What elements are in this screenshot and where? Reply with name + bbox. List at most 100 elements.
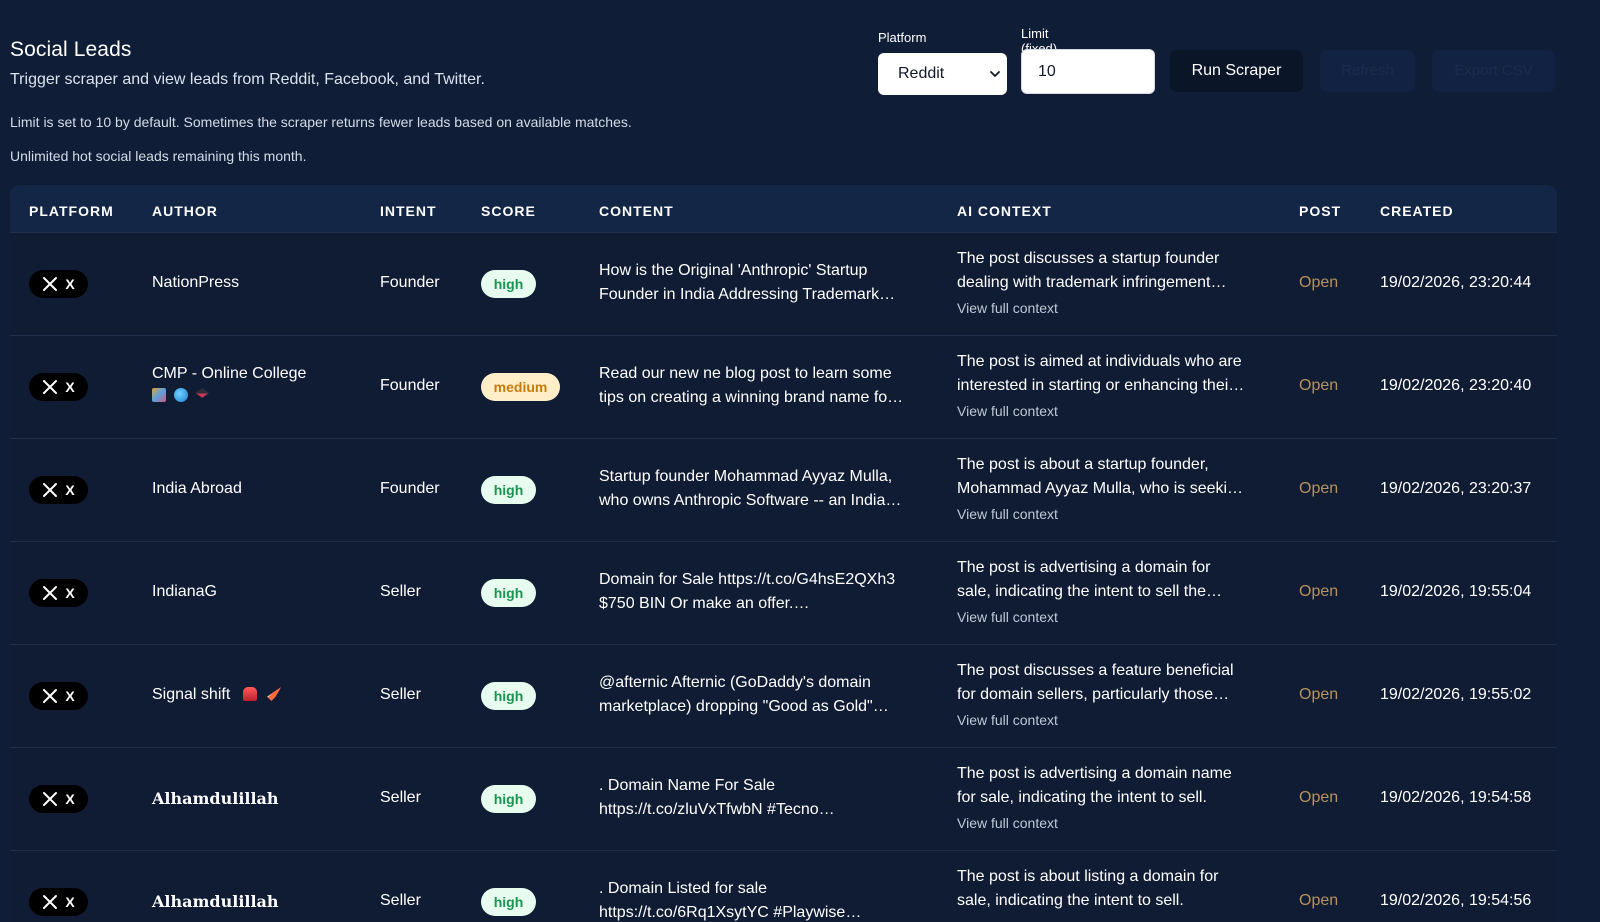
author-emoji <box>152 388 210 403</box>
author-name: Alhamdulillah <box>152 892 279 911</box>
limit-note: Limit is set to 10 by default. Sometimes… <box>10 114 632 130</box>
created-timestamp: 19/02/2026, 23:20:40 <box>1380 377 1532 394</box>
column-header-intent: INTENT <box>380 203 437 219</box>
platform-name: X <box>65 791 75 807</box>
export-csv-button[interactable]: Export CSV <box>1432 50 1555 92</box>
x-logo-icon <box>43 380 58 394</box>
author-name: Alhamdulillah <box>152 789 279 808</box>
ai-context-line-1: The post is about a startup founder, <box>957 456 1209 473</box>
ai-context-line-2: Mohammad Ayyaz Mulla, who is seeki… <box>957 480 1244 497</box>
globe-icon <box>173 388 188 402</box>
graduation-cap-icon <box>195 388 210 398</box>
ai-context-line-1: The post is advertising a domain name <box>957 765 1232 782</box>
content-line-1: . Domain Name For Sale <box>599 777 776 794</box>
view-full-context-link[interactable]: View full context <box>957 296 1265 320</box>
content-text: @afternic Afternic (GoDaddy's domain mar… <box>599 671 919 719</box>
column-header-score: SCORE <box>481 203 536 219</box>
x-logo-icon <box>43 586 58 600</box>
x-logo-icon <box>43 689 58 703</box>
intent-value: Seller <box>380 686 421 703</box>
x-logo-icon <box>43 792 58 806</box>
content-line-1: @afternic Afternic (GoDaddy's domain <box>599 674 871 691</box>
created-timestamp: 19/02/2026, 23:20:44 <box>1380 274 1532 291</box>
limit-input[interactable]: 10 <box>1021 49 1155 94</box>
view-full-context-link[interactable]: View full context <box>957 399 1265 423</box>
open-post-link[interactable]: Open <box>1299 686 1338 704</box>
chevron-down-icon <box>990 71 1000 77</box>
ai-context: The post is advertising a domain name fo… <box>957 762 1265 835</box>
view-full-context-link[interactable]: View full context <box>957 708 1265 732</box>
remaining-note: Unlimited hot social leads remaining thi… <box>10 148 307 164</box>
score-badge: high <box>481 476 536 504</box>
platform-badge: X <box>29 785 88 813</box>
content-line-2: $750 BIN Or make an offer.… <box>599 595 810 612</box>
ai-context-line-2: dealing with trademark infringement… <box>957 274 1227 291</box>
author-name: IndianaG <box>152 583 217 600</box>
ai-context: The post discusses a startup founder dea… <box>957 247 1265 320</box>
platform-badge: X <box>29 888 88 916</box>
column-header-ai-context: AI CONTEXT <box>957 203 1052 219</box>
platform-badge: X <box>29 476 88 504</box>
score-badge: high <box>481 270 536 298</box>
table-row: X IndianaG Seller high Domain for Sale h… <box>10 541 1557 644</box>
platform-name: X <box>65 482 75 498</box>
content-text: Domain for Sale https://t.co/G4hsE2QXh3 … <box>599 568 919 616</box>
refresh-button[interactable]: Refresh <box>1320 50 1415 92</box>
content-line-1: Read our new ne blog post to learn some <box>599 365 892 382</box>
open-post-link[interactable]: Open <box>1299 480 1338 498</box>
platform-badge: X <box>29 373 88 401</box>
run-scraper-button[interactable]: Run Scraper <box>1170 50 1303 92</box>
platform-name: X <box>65 276 75 292</box>
open-post-link[interactable]: Open <box>1299 583 1338 601</box>
platform-select[interactable]: Reddit <box>878 53 1007 95</box>
intent-value: Founder <box>380 480 440 497</box>
x-logo-icon <box>43 277 58 291</box>
social-leads-page: Social Leads Trigger scraper and view le… <box>0 0 1600 922</box>
open-post-link[interactable]: Open <box>1299 274 1338 292</box>
view-full-context-link[interactable]: View full context <box>957 811 1265 835</box>
content-text: Read our new ne blog post to learn some … <box>599 362 919 410</box>
view-full-context-link[interactable]: View full context <box>957 502 1265 526</box>
score-badge: high <box>481 888 536 916</box>
table-row: X Alhamdulillah Seller high . Domain Lis… <box>10 850 1557 922</box>
intent-value: Seller <box>380 583 421 600</box>
view-full-context-link[interactable]: View full context <box>957 605 1265 629</box>
author-name-text: Signal shift <box>152 686 231 703</box>
platform-select-value: Reddit <box>898 65 945 82</box>
created-timestamp: 19/02/2026, 19:54:56 <box>1380 892 1532 909</box>
created-timestamp: 19/02/2026, 23:20:37 <box>1380 480 1532 497</box>
ai-context-line-1: The post discusses a feature beneficial <box>957 662 1234 679</box>
content-line-2: Founder in India Addressing Trademark… <box>599 286 896 303</box>
ai-context-line-2: sale, indicating the intent to sell the… <box>957 583 1223 600</box>
content-line-1: Domain for Sale https://t.co/G4hsE2QXh3 <box>599 571 896 588</box>
intent-value: Founder <box>380 274 440 291</box>
platform-badge: X <box>29 270 88 298</box>
ai-context-line-1: The post is advertising a domain for <box>957 559 1211 576</box>
rocket-icon <box>267 687 282 701</box>
created-timestamp: 19/02/2026, 19:55:02 <box>1380 686 1532 703</box>
content-text: . Domain Name For Sale https://t.co/zluV… <box>599 774 919 822</box>
page-title: Social Leads <box>10 38 132 61</box>
author-name: Signal shift <box>152 686 282 704</box>
content-line-1: Startup founder Mohammad Ayyaz Mulla, <box>599 468 893 485</box>
open-post-link[interactable]: Open <box>1299 892 1338 910</box>
open-post-link[interactable]: Open <box>1299 789 1338 807</box>
x-logo-icon <box>43 483 58 497</box>
score-badge: medium <box>481 373 560 401</box>
content-line-2: https://t.co/6Rq1XsytYC #Playwise… <box>599 904 862 921</box>
column-header-content: CONTENT <box>599 203 674 219</box>
content-line-2: who owns Anthropic Software -- an India… <box>599 492 902 509</box>
platform-name: X <box>65 688 75 704</box>
platform-badge: X <box>29 682 88 710</box>
ai-context: The post is about a startup founder, Moh… <box>957 453 1265 526</box>
open-post-link[interactable]: Open <box>1299 377 1338 395</box>
page-header: Social Leads Trigger scraper and view le… <box>10 38 485 89</box>
table-row: X India Abroad Founder high Startup foun… <box>10 438 1557 541</box>
books-icon <box>152 388 166 402</box>
table-header: PLATFORM AUTHOR INTENT SCORE CONTENT AI … <box>10 185 1557 232</box>
content-line-2: marketplace) dropping "Good as Gold"… <box>599 698 889 715</box>
score-badge: high <box>481 682 536 710</box>
intent-value: Seller <box>380 789 421 806</box>
author-name: CMP - Online College <box>152 365 307 382</box>
ai-context-line-1: The post is about listing a domain for <box>957 868 1219 885</box>
